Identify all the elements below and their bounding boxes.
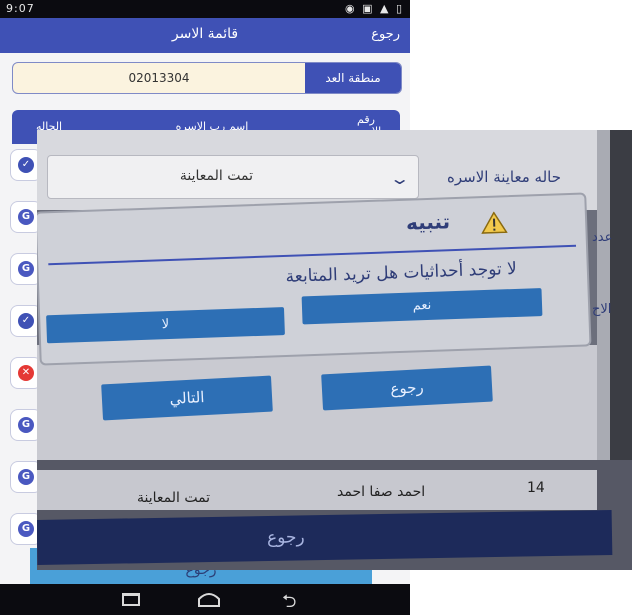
back-button[interactable]: رجوع	[371, 27, 400, 42]
status-icons: ◉ ▣ ▲ ▯	[345, 2, 404, 15]
table-row[interactable]: 14 احمد صفا احمد تمت المعاينة	[37, 470, 597, 510]
inspection-status-label: حاله معاينة الاسره	[447, 168, 562, 186]
photo-bottom-bar-label: رجوع	[266, 527, 305, 549]
cut-label-count: عدد	[592, 230, 613, 245]
cut-label-coords: الاح	[592, 302, 612, 317]
dialog-message: لا توجد أحداثيات هل تريد المتابعة	[285, 258, 518, 287]
row-family-number: 14	[527, 480, 545, 496]
status-g-icon: G	[18, 209, 34, 225]
home-icon[interactable]	[198, 591, 220, 611]
error-circle-icon: ✕	[18, 365, 34, 381]
inspection-status-select[interactable]: تمت المعاينة ⌄	[47, 155, 419, 199]
row-status: تمت المعاينة	[137, 490, 211, 506]
status-g-icon: G	[18, 261, 34, 277]
alert-dialog: تنبيه لا توجد أحداثيات هل تريد المتابعة …	[37, 192, 592, 366]
status-time: 9:07	[6, 2, 35, 15]
no-button[interactable]: لا	[46, 307, 285, 344]
page-title: قائمة الاسر	[171, 26, 239, 42]
status-g-icon: G	[18, 469, 34, 485]
status-bar: 9:07 ◉ ▣ ▲ ▯	[0, 0, 410, 18]
dialog-title: تنبيه	[405, 209, 451, 235]
area-field: منطقة العد 02013304	[12, 62, 402, 94]
row-head-name: احمد صفا احمد	[337, 484, 426, 500]
status-g-icon: G	[18, 521, 34, 537]
yes-button[interactable]: نعم	[301, 288, 543, 325]
inspection-status-value: تمت المعاينة	[179, 168, 253, 184]
chevron-down-icon: ⌄	[388, 169, 411, 188]
check-circle-icon: ✓	[18, 313, 34, 329]
area-input[interactable]: 02013304	[13, 63, 305, 93]
recent-apps-icon[interactable]	[122, 593, 140, 606]
dialog-photo: حاله معاينة الاسره تمت المعاينة ⌄ عدد ال…	[37, 130, 632, 570]
nav-back-icon[interactable]: ⮌	[282, 589, 296, 615]
warning-icon	[481, 211, 508, 238]
nav-bar: ⮌	[0, 584, 410, 615]
app-bar: قائمة الاسر رجوع	[0, 18, 410, 53]
area-label: منطقة العد	[305, 63, 401, 93]
status-g-icon: G	[18, 417, 34, 433]
check-circle-icon: ✓	[18, 157, 34, 173]
